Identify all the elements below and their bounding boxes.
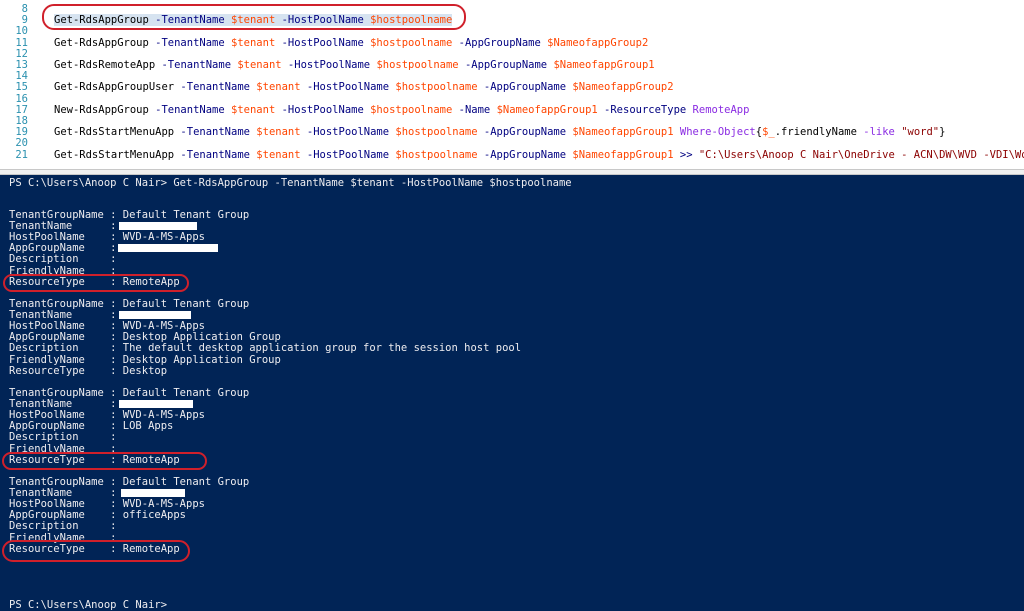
code-token: $NameofappGroup2 <box>547 36 649 49</box>
code-token: -like <box>863 126 902 139</box>
redaction-bar <box>119 400 193 408</box>
code-token: Where-Object <box>673 126 756 139</box>
line-number: 14 <box>15 70 28 83</box>
code-token: -TenantName <box>148 103 232 116</box>
line-number: 12 <box>15 47 28 60</box>
redaction-bar <box>119 222 197 230</box>
line-number: 15 <box>15 81 28 94</box>
code-token: $tenant <box>256 148 301 161</box>
annotation-circle <box>2 452 207 470</box>
annotation-circle <box>2 540 190 562</box>
line-number: 17 <box>15 103 28 116</box>
line-number: 16 <box>15 92 28 105</box>
code-token: -TenantName <box>174 126 257 139</box>
console-final-prompt[interactable]: PS C:\Users\Anoop C Nair> <box>9 599 167 611</box>
code-token: -Name <box>452 103 497 116</box>
console-output-line: ResourceType : Desktop <box>9 364 168 377</box>
code-token: -HostPoolName <box>300 126 396 139</box>
code-line[interactable]: Get-RdsAppGroupUser -TenantName $tenant … <box>54 81 674 93</box>
code-token: Get-RdsStartMenuApp <box>54 126 175 139</box>
code-token: $hostpoolname <box>395 126 478 139</box>
code-line[interactable]: Get-RdsAppGroup -TenantName $tenant -Hos… <box>54 37 648 49</box>
code-token: -HostPoolName <box>300 81 396 94</box>
code-token: $NameofappGroup1 <box>553 59 655 71</box>
code-token: -TenantName <box>174 81 257 94</box>
code-token: -AppGroupName <box>452 36 548 49</box>
code-token: $tenant <box>256 81 301 94</box>
line-number: 20 <box>15 137 28 150</box>
redaction-bar <box>119 311 191 319</box>
code-token: } <box>939 126 946 139</box>
code-token: Get-RdsStartMenuApp <box>54 148 175 161</box>
code-token: $tenant <box>256 126 301 139</box>
code-token: $tenant <box>237 59 282 71</box>
code-token: $NameofappGroup1 <box>572 148 674 161</box>
line-number: 9 <box>21 14 28 27</box>
code-line[interactable]: New-RdsAppGroup -TenantName $tenant -Hos… <box>54 104 749 116</box>
annotation-circle <box>3 274 189 292</box>
code-token: $hostpoolname <box>395 81 478 94</box>
code-token: $hostpoolname <box>370 103 453 116</box>
code-line[interactable]: Get-RdsStartMenuApp -TenantName $tenant … <box>54 149 1024 161</box>
code-token: $NameofappGroup1 <box>572 126 674 139</box>
code-token: -HostPoolName <box>275 36 371 49</box>
redaction-bar <box>121 489 185 497</box>
code-line[interactable]: Get-RdsStartMenuApp -TenantName $tenant … <box>54 126 945 138</box>
code-token: -ResourceType <box>597 103 693 116</box>
annotation-circle <box>42 4 466 30</box>
code-line[interactable]: Get-RdsRemoteApp -TenantName $tenant -Ho… <box>54 59 655 71</box>
code-token: >> <box>673 148 699 161</box>
code-token: $NameofappGroup2 <box>572 81 674 94</box>
redaction-bar <box>118 244 218 252</box>
code-token: $tenant <box>231 36 276 49</box>
code-token: -HostPoolName <box>281 59 377 71</box>
line-number: 8 <box>21 3 28 15</box>
code-token: RemoteApp <box>692 103 750 116</box>
line-number: 19 <box>15 126 28 139</box>
code-token: Get-RdsAppGroupUser <box>54 81 175 94</box>
line-number: 13 <box>15 59 28 71</box>
code-token: $tenant <box>231 103 276 116</box>
line-number: 18 <box>15 115 28 127</box>
code-token: -TenantName <box>174 148 257 161</box>
code-token: Get-RdsRemoteApp <box>54 59 156 71</box>
line-number: 21 <box>15 148 28 161</box>
line-number: 10 <box>15 25 28 38</box>
code-token: -TenantName <box>155 59 238 71</box>
code-token: $hostpoolname <box>370 36 453 49</box>
console-pane[interactable]: PS C:\Users\Anoop C Nair> Get-RdsAppGrou… <box>0 175 1024 611</box>
code-token: -HostPoolName <box>275 103 371 116</box>
code-token: Get-RdsAppGroup <box>54 36 149 49</box>
code-token: -AppGroupName <box>477 148 573 161</box>
code-token: $hostpoolname <box>376 59 459 71</box>
code-token: New-RdsAppGroup <box>54 103 149 116</box>
code-token: "word" <box>901 126 940 139</box>
code-token: -AppGroupName <box>477 126 573 139</box>
code-token: $NameofappGroup1 <box>496 103 598 116</box>
code-token: $hostpoolname <box>395 148 478 161</box>
code-token: -AppGroupName <box>458 59 554 71</box>
code-token: $_ <box>762 126 775 139</box>
line-number: 11 <box>15 36 28 49</box>
code-token: -TenantName <box>148 36 232 49</box>
console-command-line: PS C:\Users\Anoop C Nair> Get-RdsAppGrou… <box>9 177 572 189</box>
code-token: -AppGroupName <box>477 81 573 94</box>
code-token: "C:\Users\Anoop C Nair\OneDrive - ACN\DW… <box>698 148 1024 161</box>
code-token: .friendlyName <box>774 126 864 139</box>
code-token: -HostPoolName <box>300 148 396 161</box>
